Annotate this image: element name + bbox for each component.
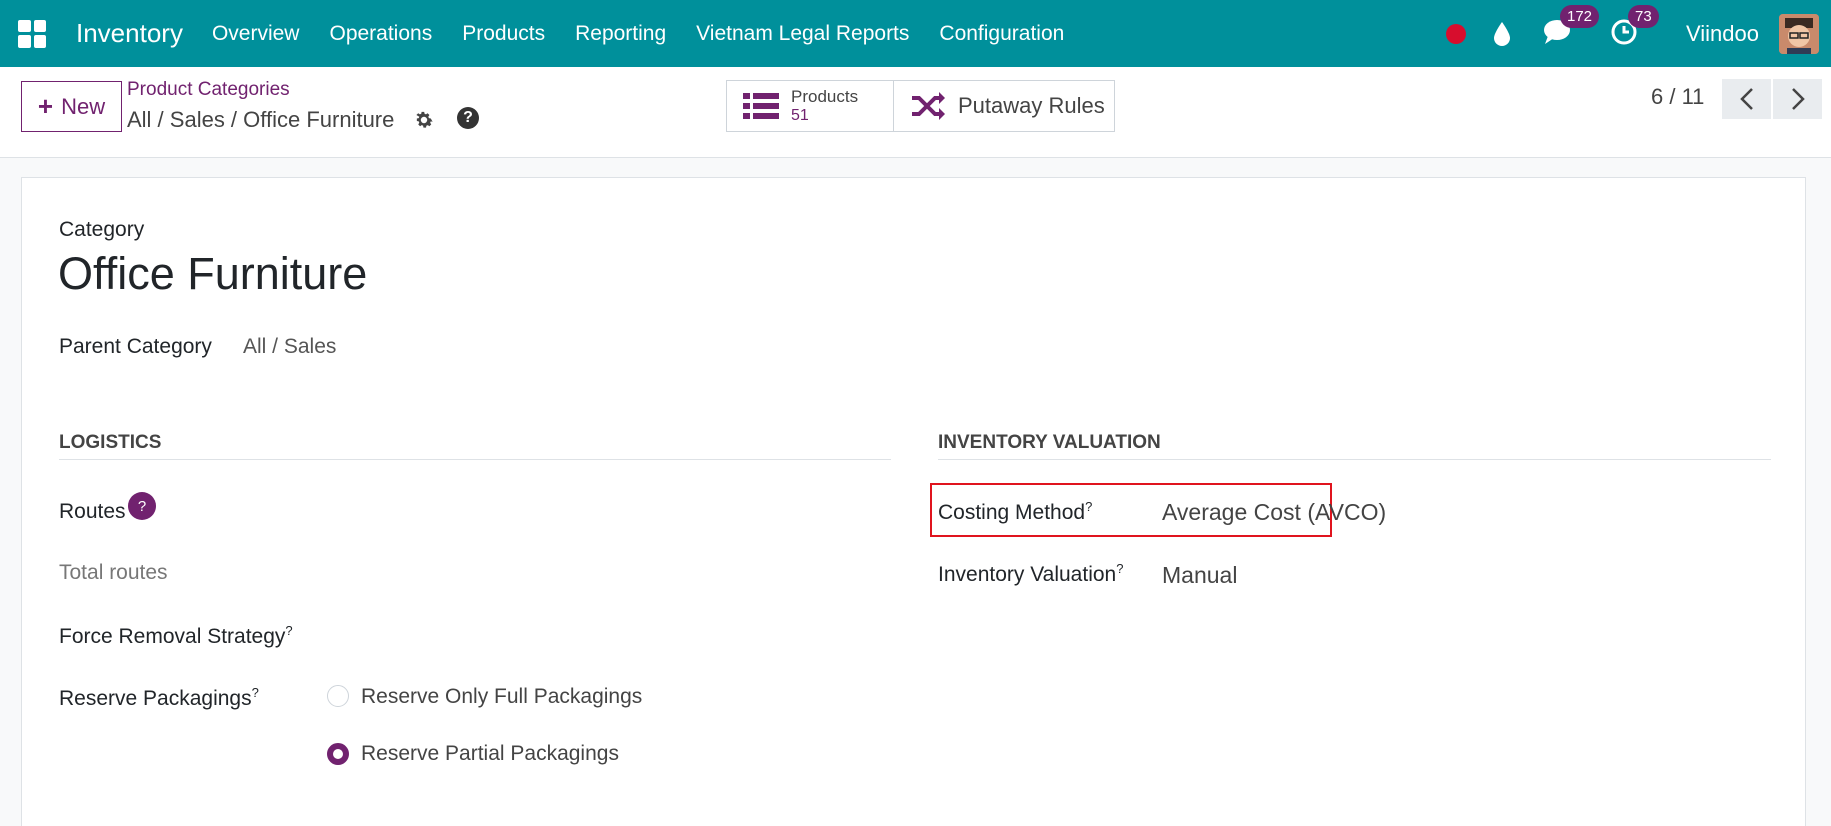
- menu-operations[interactable]: Operations: [329, 22, 432, 46]
- top-navbar: Inventory Overview Operations Products R…: [0, 0, 1831, 67]
- messages-button[interactable]: 172: [1542, 4, 1600, 50]
- chevron-left-icon: [1739, 88, 1753, 110]
- inventory-valuation-section-title: INVENTORY VALUATION: [938, 432, 1161, 453]
- force-removal-strategy-label: Force Removal Strategy?: [59, 623, 293, 648]
- menu-reporting[interactable]: Reporting: [575, 22, 666, 46]
- reserve-partial-label[interactable]: Reserve Partial Packagings: [361, 742, 619, 766]
- chevron-right-icon: [1791, 88, 1805, 110]
- avatar[interactable]: [1779, 13, 1819, 54]
- breadcrumb-parent-link[interactable]: Product Categories: [127, 79, 290, 101]
- putaway-rules-smart-button[interactable]: Putaway Rules: [894, 80, 1115, 132]
- plus-icon: +: [37, 91, 54, 121]
- tooltip-mark: ?: [1085, 499, 1093, 514]
- parent-category-label: Parent Category: [59, 335, 212, 358]
- reserve-packagings-label: Reserve Packagings?: [59, 685, 259, 710]
- messages-badge: 172: [1560, 4, 1600, 28]
- logistics-section-title: LOGISTICS: [59, 432, 162, 453]
- menu-overview[interactable]: Overview: [212, 22, 300, 46]
- tooltip-mark: ?: [251, 685, 259, 700]
- app-name[interactable]: Inventory: [76, 18, 183, 49]
- routes-help-icon[interactable]: ?: [128, 492, 156, 520]
- pager-value[interactable]: 6 / 11: [1651, 84, 1704, 110]
- user-menu[interactable]: Viindoo: [1686, 21, 1759, 47]
- putaway-rules-label: Putaway Rules: [958, 93, 1105, 118]
- menu-products[interactable]: Products: [462, 22, 545, 46]
- products-smart-count: 51: [791, 107, 809, 124]
- category-label: Category: [59, 218, 145, 241]
- new-button[interactable]: + New: [21, 81, 122, 132]
- category-name-field[interactable]: Office Furniture: [58, 248, 367, 300]
- valuation-divider: [938, 459, 1771, 460]
- app-grid-icon[interactable]: [18, 19, 46, 48]
- control-panel: + New Product Categories All / Sales / Of…: [0, 67, 1831, 158]
- breadcrumb-current: All / Sales / Office Furniture: [127, 107, 395, 132]
- products-smart-label: Products: [791, 87, 859, 106]
- list-icon: [743, 93, 779, 119]
- pager-next-button[interactable]: [1773, 79, 1822, 119]
- water-drop-icon[interactable]: [1492, 21, 1512, 47]
- inventory-valuation-label: Inventory Valuation?: [938, 561, 1124, 586]
- tooltip-mark: ?: [285, 623, 293, 638]
- menu-vietnam-legal-reports[interactable]: Vietnam Legal Reports: [696, 22, 909, 46]
- costing-method-label: Costing Method?: [938, 499, 1093, 524]
- reserve-full-label[interactable]: Reserve Only Full Packagings: [361, 685, 642, 709]
- reserve-full-radio[interactable]: [327, 685, 349, 707]
- costing-method-field[interactable]: Average Cost (AVCO): [1162, 499, 1386, 526]
- help-icon[interactable]: ?: [457, 107, 479, 129]
- form-sheet: Category Office Furniture Parent Categor…: [21, 177, 1806, 826]
- recording-indicator-icon[interactable]: [1446, 23, 1466, 44]
- inventory-valuation-field[interactable]: Manual: [1162, 562, 1237, 589]
- activities-button[interactable]: 73: [1610, 4, 1659, 50]
- products-smart-button[interactable]: Products 51: [726, 80, 894, 132]
- logistics-divider: [59, 459, 891, 460]
- tooltip-mark: ?: [1116, 561, 1124, 576]
- menu-configuration[interactable]: Configuration: [939, 22, 1064, 46]
- activities-badge: 73: [1628, 4, 1659, 28]
- smart-buttons: Products 51 Putaway Rules: [726, 80, 1115, 132]
- parent-category-field[interactable]: All / Sales: [243, 335, 336, 359]
- pager-previous-button[interactable]: [1722, 79, 1771, 119]
- total-routes-label: Total routes: [59, 561, 168, 584]
- routes-label: Routes: [59, 500, 126, 523]
- shuffle-icon: [912, 92, 945, 120]
- reserve-partial-radio[interactable]: [327, 743, 349, 765]
- gear-icon[interactable]: [413, 109, 435, 131]
